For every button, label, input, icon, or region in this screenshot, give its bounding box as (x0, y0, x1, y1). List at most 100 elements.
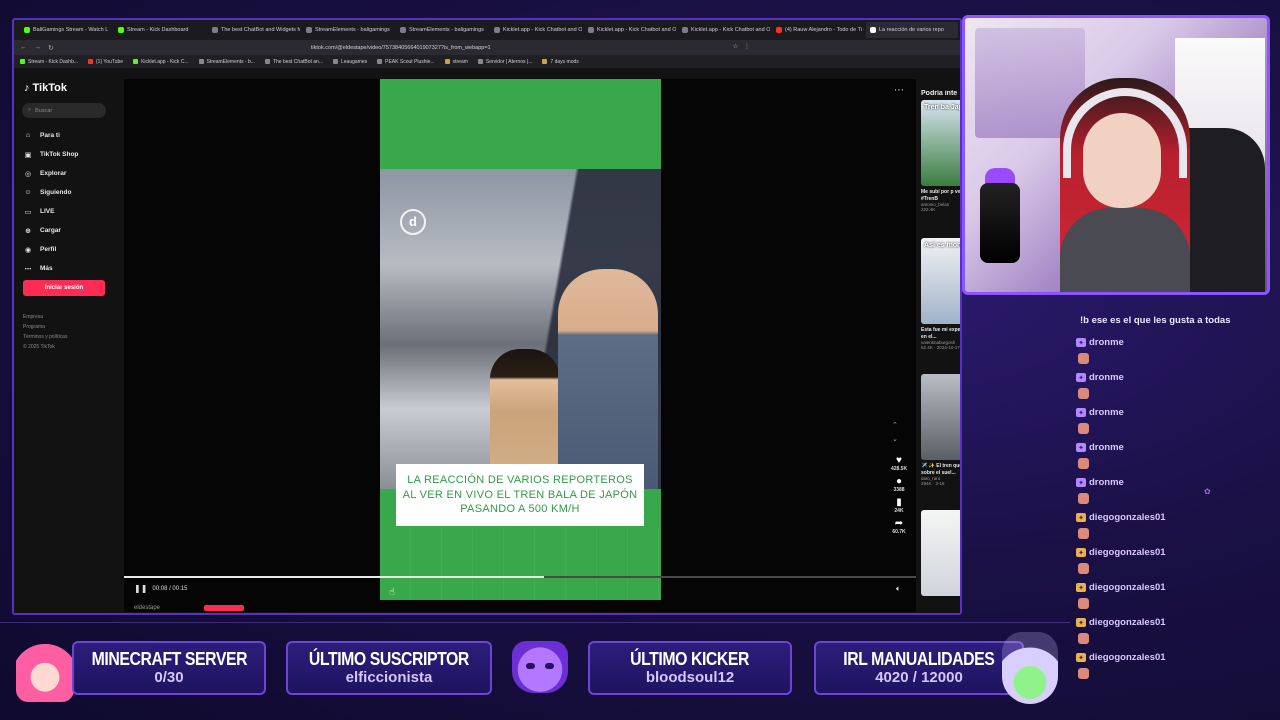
sidebar-item-siguiendo[interactable]: ☺ Siguiendo (24, 183, 78, 202)
login-button[interactable]: Iniciar sesión (23, 280, 105, 296)
chat-emote-icon (1078, 598, 1089, 609)
chat-username[interactable]: dronme (1089, 337, 1124, 348)
sidebar-item-perfil[interactable]: ◉ Perfil (24, 240, 78, 259)
mouse-cursor-icon: ☝︎ (389, 587, 396, 598)
more-options-icon[interactable]: ⋯ (894, 85, 904, 96)
chat-message[interactable]: ✦ dronme (1076, 442, 1124, 453)
reload-icon[interactable]: ↻ (48, 44, 54, 52)
comment-action[interactable]: ● 3388 (893, 476, 904, 493)
footer-link[interactable]: Empresa (23, 314, 67, 320)
streamelements-icon (212, 27, 218, 33)
browser-tab[interactable]: Kicklet.app - Kick Chatbot and Ov (584, 22, 676, 38)
bookmark-item[interactable]: Leaugames (332, 58, 368, 65)
chat-message[interactable]: ✦ diegogonzales01 (1076, 582, 1166, 593)
bookmark-item[interactable]: StreamElements - b... (198, 59, 255, 65)
browser-tab[interactable]: La reacción de varios repo (866, 22, 958, 38)
bookmark-item[interactable]: (1) YouTube (88, 59, 123, 65)
author-name[interactable]: eldestape (134, 605, 160, 611)
sidebar-item-label: TikTok Shop (40, 151, 79, 158)
bookmark-item[interactable]: Servidor | Aternos |... (477, 59, 532, 65)
browser-tab[interactable]: BaliGamings Stream - Watch L (20, 22, 112, 38)
video-stage[interactable]: d LA REACCIÓN DE VARIOS REPORTEROS AL VE… (124, 79, 916, 612)
bookmark-item[interactable]: 7 days mods (542, 59, 579, 65)
video-thumbnail[interactable]: Así es montar (921, 238, 960, 324)
tiktok-logo[interactable]: ♪ TikTok (24, 82, 67, 94)
browser-tab[interactable]: The best ChatBot and Widgets for (208, 22, 300, 38)
browser-tab[interactable]: StreamElements - baligamings (396, 22, 488, 38)
recommended-title-text[interactable]: Me subí por p vez al #TrenB (921, 189, 960, 202)
chat-message[interactable]: ✦ diegogonzales01 (1076, 652, 1166, 663)
streamelements-icon (198, 59, 204, 64)
video-player[interactable]: d LA REACCIÓN DE VARIOS REPORTEROS AL VE… (380, 79, 661, 600)
bookmark-action[interactable]: ▮ 24K (894, 497, 903, 514)
bookmark-item[interactable]: stream (444, 59, 468, 65)
volume-icon[interactable]: 🔈︎ (896, 584, 901, 594)
share-action[interactable]: ➦ 60.7K (892, 518, 905, 535)
chat-message[interactable]: ✦ diegogonzales01 (1076, 512, 1166, 523)
recommended-title-text[interactable]: Esta fue mi experiencia en el... (921, 327, 960, 340)
footer-link[interactable]: Términos y políticas (23, 334, 67, 340)
footer-link[interactable]: Programa (23, 324, 67, 330)
chat-message[interactable]: ✦ diegogonzales01 (1076, 547, 1166, 558)
url-field[interactable]: tiktok.com/@eldestape/video/757384056640… (311, 45, 491, 51)
heart-action[interactable]: ♥ 428.5K (891, 455, 907, 472)
extensions-icon[interactable]: ⋮ (744, 43, 750, 50)
browser-tab[interactable]: Kicklet.app - Kick Chatbot and Ov (490, 22, 582, 38)
bookmark-star-icon[interactable]: ☆ (733, 43, 738, 50)
video-thumbnail[interactable] (921, 510, 960, 596)
previous-video-icon[interactable]: ⌃ (892, 421, 898, 429)
chat-username[interactable]: dronme (1089, 442, 1124, 453)
chat-username[interactable]: dronme (1089, 372, 1124, 383)
chat-username[interactable]: diegogonzales01 (1089, 652, 1166, 663)
sidebar-item-cargar[interactable]: ⊕ Cargar (24, 221, 78, 240)
server-icon (477, 59, 483, 64)
chat-username[interactable]: diegogonzales01 (1089, 547, 1166, 558)
browser-tab[interactable]: StreamElements - baligamings (302, 22, 394, 38)
back-icon[interactable]: ← (20, 44, 27, 51)
recommended-video-card[interactable]: ✈️ ✨ El tren que vuela sobre el suel...d… (921, 374, 960, 486)
video-thumbnail[interactable]: Tren ba Japón (921, 100, 960, 186)
chat-username[interactable]: dronme (1089, 407, 1124, 418)
chat-message[interactable]: ✦ dronme (1076, 372, 1124, 383)
sidebar-item-para-ti[interactable]: ⌂ Para ti (24, 126, 78, 145)
progress-bar[interactable] (124, 576, 916, 578)
browser-tab[interactable]: Stream - Kick Dashboard (114, 22, 206, 38)
kick-icon (20, 59, 25, 64)
chat-message[interactable]: ✦ dronme (1076, 477, 1124, 488)
chat-message[interactable]: ✦ dronme (1076, 337, 1124, 348)
chat-username[interactable]: diegogonzales01 (1089, 617, 1166, 628)
chat-username[interactable]: diegogonzales01 (1089, 512, 1166, 523)
gift-badge-icon: ✦ (1076, 548, 1086, 557)
goal-separator: / (908, 669, 922, 686)
sidebar-item-explorar[interactable]: ◎ Explorar (24, 164, 78, 183)
recommended-video-card[interactable]: Tren ba Japón Me subí por p vez al #TrenB… (921, 100, 960, 212)
recommended-title-text[interactable]: ✈️ ✨ El tren que vuela sobre el suel... (921, 463, 960, 476)
browser-tab[interactable]: Kicklet.app - Kick Chatbot and Ov (678, 22, 770, 38)
search-placeholder: Buscar (35, 107, 53, 114)
follow-button[interactable] (204, 605, 245, 611)
webcam-feed (962, 15, 1270, 295)
bookmark-item[interactable]: PEAK Scout Plushie... (377, 59, 435, 65)
bookmark-item[interactable]: The best ChatBot an... (264, 59, 323, 65)
chat-username[interactable]: diegogonzales01 (1089, 582, 1166, 593)
bookmark-item[interactable]: Stream - Kick Dashb... (20, 59, 78, 65)
search-input[interactable]: ⌕ Buscar (22, 103, 106, 118)
tab-label: Kicklet.app - Kick Chatbot and Ov (691, 27, 770, 33)
recommended-video-card[interactable]: Así es montar Esta fue mi experiencia en … (921, 238, 960, 350)
video-actions: ♥ 428.5K ● 3388 ▮ 24K ➦ 60.7K (886, 455, 912, 535)
forward-icon[interactable]: → (34, 44, 41, 51)
sidebar-item-live[interactable]: ▭ LIVE (24, 202, 78, 221)
pause-icon[interactable]: ❚❚ (134, 584, 147, 593)
chat-username[interactable]: dronme (1089, 477, 1124, 488)
bookmark-item[interactable]: Kicklet.app - Kick C... (133, 59, 189, 65)
chat-message[interactable]: ✦ diegogonzales01 (1076, 617, 1166, 628)
sidebar-item-tiktok-shop[interactable]: ▣ TikTok Shop (24, 145, 79, 164)
bookmark-label: Leaugames (340, 58, 368, 65)
next-video-icon[interactable]: ⌄ (892, 435, 898, 443)
video-thumbnail[interactable] (921, 374, 960, 460)
browser-tab[interactable]: (4) Rauw Alejandro - Todo de Ti (L (772, 22, 864, 38)
sidebar-item-m-s[interactable]: ⋯ Más (24, 259, 78, 278)
folder-icon (542, 59, 548, 64)
chat-message[interactable]: ✦ dronme (1076, 407, 1124, 418)
recommended-video-card[interactable] (921, 510, 960, 596)
